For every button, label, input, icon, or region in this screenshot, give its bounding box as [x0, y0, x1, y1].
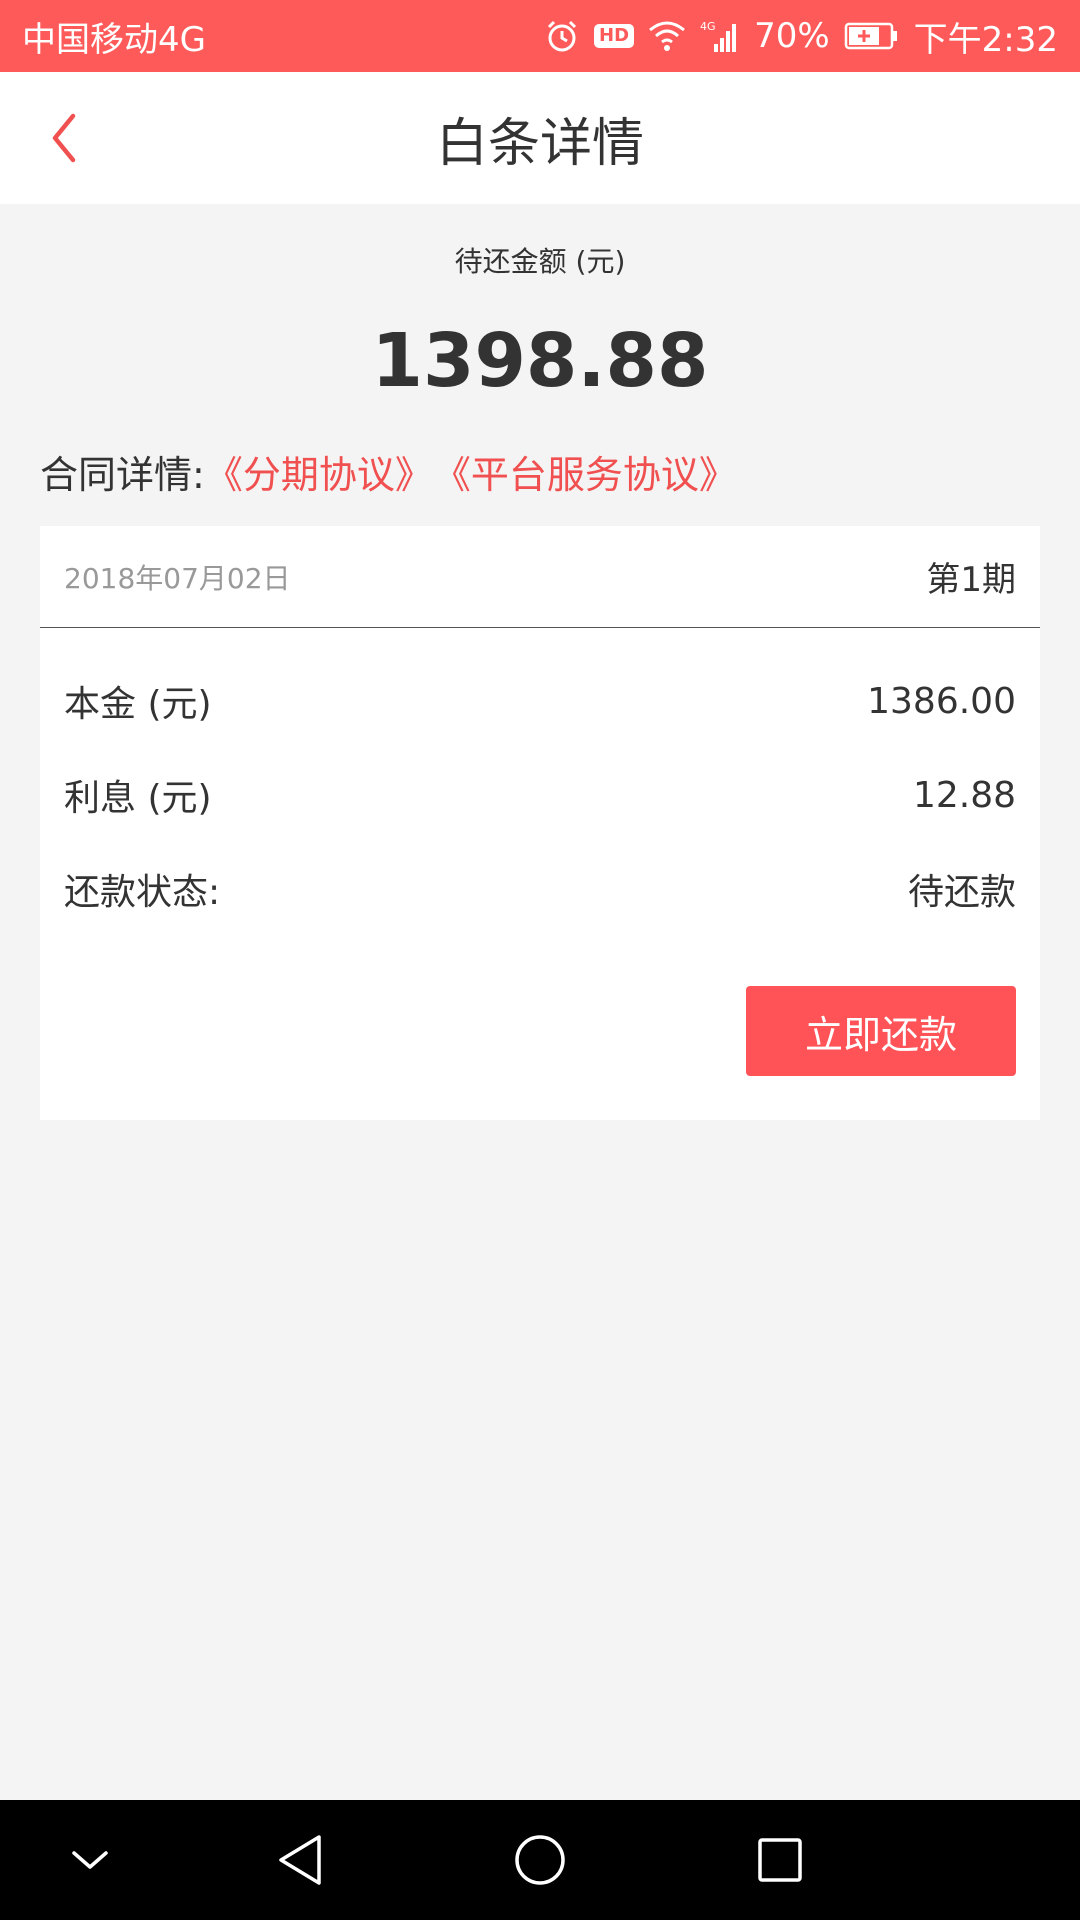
battery-percent: 70%	[754, 16, 830, 56]
installment-rows: 本金 (元) 1386.00 利息 (元) 12.88 还款状态: 待还款	[40, 628, 1040, 936]
principal-label: 本金 (元)	[64, 684, 212, 725]
status-icons: HD 4G 70% 下午2:32	[544, 12, 1058, 61]
status-value: 待还款	[907, 872, 1016, 913]
status-row: 还款状态: 待还款	[40, 842, 1040, 936]
clock: 下午2:32	[913, 19, 1058, 60]
status-bar: 中国移动4G HD 4G 70% 下午2:32	[0, 0, 1080, 72]
installment-card: 2018年07月02日 第1期 本金 (元) 1386.00 利息 (元) 12…	[40, 526, 1040, 1120]
installment-agreement-link[interactable]: 《分期协议》	[205, 444, 433, 499]
signal-icon: 4G	[700, 16, 740, 56]
amount-label: 待还金额 (元)	[454, 245, 626, 278]
amount-value: 1398.88	[371, 318, 709, 404]
back-triangle-icon[interactable]	[270, 1830, 330, 1890]
network-type-label: 4G	[700, 20, 716, 33]
hd-icon: HD	[594, 16, 635, 56]
installment-card-header: 2018年07月02日 第1期	[40, 526, 1040, 628]
pay-now-button[interactable]: 立即还款	[746, 986, 1016, 1076]
status-label: 还款状态:	[64, 872, 221, 913]
carrier-label: 中国移动4G	[22, 19, 206, 60]
wifi-icon	[648, 16, 686, 56]
contract-details: 合同详情: 《分期协议》 《平台服务协议》	[40, 444, 737, 499]
alarm-icon	[544, 16, 580, 56]
nav-header: 白条详情	[0, 72, 1080, 204]
contract-label: 合同详情:	[40, 453, 205, 497]
interest-label: 利息 (元)	[64, 778, 212, 819]
battery-icon	[844, 16, 900, 56]
interest-value: 12.88	[912, 774, 1016, 816]
page-title: 白条详情	[435, 113, 644, 174]
interest-row: 利息 (元) 12.88	[40, 748, 1040, 842]
system-nav-bar	[0, 1800, 1080, 1920]
principal-row: 本金 (元) 1386.00	[40, 654, 1040, 748]
installment-period: 第1期	[926, 560, 1016, 600]
principal-value: 1386.00	[867, 680, 1016, 722]
home-circle-icon[interactable]	[510, 1830, 570, 1890]
platform-agreement-link[interactable]: 《平台服务协议》	[433, 444, 737, 499]
installment-date: 2018年07月02日	[64, 561, 291, 595]
recents-square-icon[interactable]	[750, 1830, 810, 1890]
chevron-down-icon[interactable]	[60, 1830, 120, 1890]
